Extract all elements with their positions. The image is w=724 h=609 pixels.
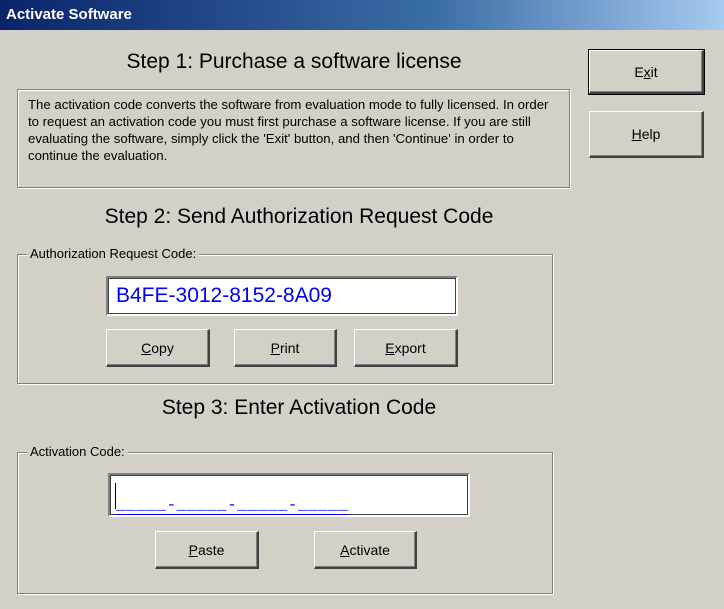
exit-label-end: it	[650, 63, 658, 80]
step3-heading: Step 3: Enter Activation Code	[161, 396, 437, 419]
print-mnemonic: P	[270, 339, 280, 356]
activate-software-window: Activate Software Step 1: Purchase a sof…	[0, 0, 724, 609]
authorization-request-group: Authorization Request Code: B4FE-3012-81…	[17, 246, 553, 384]
activate-label: ctivate	[349, 541, 390, 558]
help-button[interactable]: Help	[589, 111, 704, 158]
copy-button[interactable]: Copy	[106, 329, 210, 367]
exit-label-start: E	[634, 63, 644, 80]
paste-button[interactable]: Paste	[155, 531, 259, 569]
export-label: xport	[394, 339, 426, 356]
export-button[interactable]: Export	[354, 329, 458, 367]
exit-button[interactable]: Ex it	[588, 49, 705, 95]
help-label: elp	[641, 126, 661, 142]
copy-label: opy	[151, 339, 174, 356]
copy-mnemonic: C	[141, 339, 152, 356]
activation-code-label: Activation Code:	[27, 444, 128, 460]
activation-code-mask: _____-_____-_____-_____	[116, 496, 349, 515]
activation-code-input[interactable]: _____-_____-_____-_____	[108, 473, 470, 517]
activate-button[interactable]: Activate	[314, 531, 417, 569]
authorization-code-field[interactable]: B4FE-3012-8152-8A09	[106, 276, 458, 316]
paste-mnemonic: P	[188, 541, 198, 558]
paste-label: aste	[197, 541, 225, 558]
activate-mnemonic: A	[340, 541, 350, 558]
export-mnemonic: E	[385, 339, 395, 356]
exit-mnemonic: x	[643, 63, 651, 80]
step1-description: The activation code converts the softwar…	[17, 89, 570, 188]
authorization-request-label: Authorization Request Code:	[27, 246, 200, 262]
step2-heading: Step 2: Send Authorization Request Code	[104, 205, 494, 228]
activation-code-group: Activation Code: _____-_____-_____-_____…	[17, 444, 553, 594]
print-button[interactable]: Print	[234, 329, 337, 367]
title-bar: Activate Software	[0, 0, 724, 30]
print-label: rint	[279, 339, 300, 356]
step1-heading: Step 1: Purchase a software license	[126, 50, 462, 73]
help-mnemonic: H	[631, 126, 642, 142]
